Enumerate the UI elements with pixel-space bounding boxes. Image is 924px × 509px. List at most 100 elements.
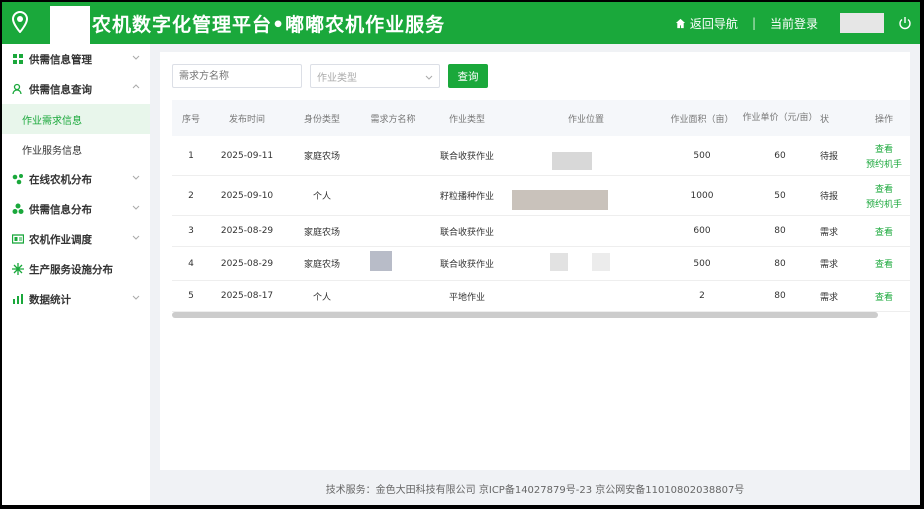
search-button[interactable]: 查询 <box>448 64 488 88</box>
sidebar-subitem-work-demand[interactable]: 作业需求信息 <box>2 104 150 134</box>
cell-work-type: 籽粒播种作业 <box>439 192 494 202</box>
cluster-icon <box>12 203 24 215</box>
dispatch-icon <box>12 233 24 245</box>
book-operator-link[interactable]: 预约机手 <box>858 157 910 170</box>
column-header: 作业位置 <box>567 114 604 125</box>
user-avatar[interactable] <box>840 13 884 33</box>
sidebar-item-label: 供需信息查询 <box>29 83 92 96</box>
chevron-down-icon <box>132 205 140 210</box>
book-operator-link[interactable]: 预约机手 <box>858 197 910 210</box>
cell-area: 500 <box>693 150 711 161</box>
cell-area: 600 <box>693 226 711 236</box>
redacted-region <box>550 253 568 271</box>
demander-name-input[interactable] <box>172 64 302 88</box>
horizontal-scrollbar[interactable] <box>172 312 878 318</box>
cell-status: 待报 <box>820 192 839 202</box>
cell-status: 需求 <box>820 292 839 303</box>
sidebar: 供需信息管理 供需信息查询 作业需求信息 作业服务信息 在线农机分布 供需信息分… <box>2 44 150 505</box>
sidebar-item-supply-distribution[interactable]: 供需信息分布 <box>2 194 150 224</box>
cell-identity: 家庭农场 <box>303 260 340 270</box>
cell-identity: 家庭农场 <box>303 152 340 162</box>
cell-no: 2 <box>188 190 194 201</box>
main-panel: 作业类型 查询 序号 发布时间 身份类型 需求方名称 作业类型 作业位置 作业面… <box>160 52 910 470</box>
sparkle-icon <box>12 263 24 275</box>
sidebar-subitem-work-service[interactable]: 作业服务信息 <box>2 134 150 164</box>
sidebar-item-facilities[interactable]: 生产服务设施分布 <box>2 254 150 284</box>
cell-date: 2025-09-11 <box>220 150 274 161</box>
sidebar-item-dispatch[interactable]: 农机作业调度 <box>2 224 150 254</box>
nodes-icon <box>12 173 24 185</box>
column-header: 需求方名称 <box>370 114 416 125</box>
column-header: 序号 <box>181 114 200 125</box>
table-row: 4 2025-08-29 家庭农场 联合收获作业 500 80 需求 查看 <box>172 247 910 281</box>
cell-identity: 家庭农场 <box>303 227 340 238</box>
cell-status: 需求 <box>820 260 839 270</box>
cell-price: 80 <box>774 258 786 269</box>
redacted-region <box>592 253 610 271</box>
table-row: 3 2025-08-29 家庭农场 联合收获作业 600 80 需求 查看 <box>172 216 910 247</box>
cell-no: 4 <box>188 258 194 269</box>
sidebar-item-statistics[interactable]: 数据统计 <box>2 284 150 314</box>
redacted-region <box>50 6 90 49</box>
cell-price: 80 <box>774 226 786 236</box>
chevron-down-icon <box>132 235 140 240</box>
cell-no: 1 <box>188 150 194 161</box>
redacted-region <box>32 11 50 33</box>
column-header: 身份类型 <box>303 114 340 125</box>
separator: | <box>751 16 756 30</box>
sidebar-item-supply-manage[interactable]: 供需信息管理 <box>2 44 150 74</box>
view-link[interactable]: 查看 <box>858 257 910 270</box>
top-bar: 农机数字化管理平台•嘟嘟农机作业服务 返回导航 | 当前登录 <box>2 2 920 49</box>
app-window: 农机数字化管理平台•嘟嘟农机作业服务 返回导航 | 当前登录 供需信息管理 供需… <box>2 2 920 505</box>
cell-price: 60 <box>774 150 786 161</box>
sidebar-item-online-machines[interactable]: 在线农机分布 <box>2 164 150 194</box>
cell-actions: 查看 <box>858 225 910 238</box>
filter-bar: 作业类型 查询 <box>172 64 488 88</box>
cell-actions: 查看 <box>858 257 910 270</box>
grid-icon <box>12 53 24 65</box>
column-header: 作业面积（亩） <box>670 114 734 125</box>
cell-area: 2 <box>699 291 705 301</box>
view-link[interactable]: 查看 <box>858 225 910 238</box>
cell-price: 80 <box>774 291 786 301</box>
bar-chart-icon <box>12 293 24 305</box>
cell-date: 2025-08-29 <box>220 226 274 236</box>
cell-no: 3 <box>188 226 194 236</box>
cell-no: 5 <box>188 291 194 301</box>
sidebar-item-label: 供需信息管理 <box>29 53 92 66</box>
view-link[interactable]: 查看 <box>858 290 910 303</box>
cell-actions: 查看 预约机手 <box>858 182 910 210</box>
cell-date: 2025-08-17 <box>220 291 274 301</box>
cell-identity: 个人 <box>312 192 331 202</box>
header-actions: 返回导航 | 当前登录 <box>675 2 920 44</box>
sidebar-item-label: 农机作业调度 <box>29 233 92 246</box>
sidebar-item-supply-query[interactable]: 供需信息查询 <box>2 74 150 104</box>
power-icon[interactable] <box>898 16 912 30</box>
view-link[interactable]: 查看 <box>858 182 910 195</box>
chevron-up-icon <box>132 84 140 89</box>
cell-date: 2025-08-29 <box>220 258 274 269</box>
column-header: 作业单价（元/亩） <box>742 113 818 123</box>
cell-work-type: 联合收获作业 <box>439 152 494 162</box>
column-header: 发布时间 <box>228 114 265 125</box>
redacted-region <box>512 190 608 210</box>
column-header: 状 <box>820 114 830 125</box>
user-search-icon <box>12 83 24 95</box>
cell-area: 1000 <box>690 190 714 201</box>
cell-work-type: 联合收获作业 <box>439 227 494 238</box>
home-nav-link[interactable]: 返回导航 <box>675 15 738 32</box>
cell-actions: 查看 预约机手 <box>858 142 910 170</box>
sidebar-item-label: 数据统计 <box>29 293 71 306</box>
chevron-down-icon <box>132 175 140 180</box>
chevron-down-icon <box>132 295 140 300</box>
table-row: 1 2025-09-11 家庭农场 联合收获作业 500 60 待报 查看 预约… <box>172 136 910 176</box>
redacted-region <box>552 152 592 170</box>
footer: 技术服务：金色大田科技有限公司 京ICP备14027879号-23 京公网安备1… <box>325 485 745 496</box>
location-pin-logo-icon <box>12 11 28 33</box>
view-link[interactable]: 查看 <box>858 142 910 155</box>
sidebar-item-label: 在线农机分布 <box>29 173 92 186</box>
work-type-select[interactable]: 作业类型 <box>310 64 440 88</box>
sidebar-item-label: 供需信息分布 <box>29 203 92 216</box>
column-header: 操作 <box>874 114 893 125</box>
chevron-down-icon <box>132 55 140 60</box>
